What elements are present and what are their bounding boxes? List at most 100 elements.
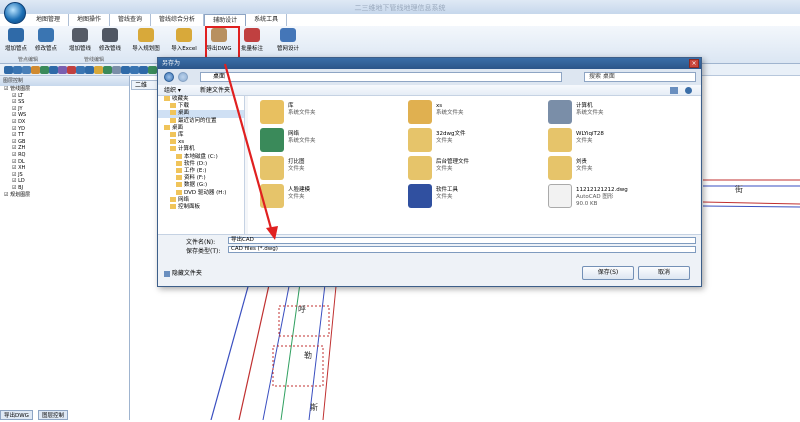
toolbar-tool-icon[interactable] — [67, 66, 76, 74]
layer-label: RQ — [18, 151, 26, 158]
file-item[interactable]: 11212121212.dwg AutoCAD 图形 90.0 KB — [548, 184, 688, 212]
layer-tree-item[interactable]: ☑ RQ — [4, 152, 129, 159]
layer-tree-item[interactable]: ☑ LD — [4, 178, 129, 185]
hide-folders-toggle[interactable]: 隐藏文件夹 — [164, 268, 202, 277]
layer-tree-item[interactable]: ☑ JY — [4, 106, 129, 113]
toolbar-tool-icon[interactable] — [76, 66, 85, 74]
ribbon-button[interactable]: 批量标注 — [238, 28, 266, 52]
toolbar-tool-icon[interactable] — [13, 66, 22, 74]
tab-aux-design[interactable]: 辅助设计 — [204, 14, 247, 26]
map-tab-2d[interactable]: 二维 — [131, 80, 159, 90]
nav-item[interactable]: 软件 (D:) — [158, 160, 244, 168]
toolbar-tool-icon[interactable] — [22, 66, 31, 74]
view-icon[interactable] — [670, 87, 678, 94]
toolbar-tool-icon[interactable] — [130, 66, 139, 74]
tab-pipe-analysis[interactable]: 管线综合分析 — [151, 14, 205, 26]
file-item[interactable]: WLYiqiT28 文件夹 — [548, 128, 688, 156]
dialog-close-button[interactable]: × — [689, 59, 699, 68]
ribbon-button[interactable]: 增加管点 — [2, 28, 30, 52]
nav-item[interactable]: 库 — [158, 132, 244, 139]
layer-tree-item[interactable]: ☑ XH — [4, 165, 129, 172]
cancel-button[interactable]: 取消 — [638, 266, 690, 280]
layer-label: 管线图层 — [10, 86, 31, 92]
layer-tree-item[interactable]: ☑ WS — [4, 112, 129, 119]
nav-item-label: 数据 (G:) — [184, 182, 208, 189]
layer-label: JS — [18, 171, 23, 178]
address-input[interactable]: 桌面 — [200, 72, 562, 82]
nav-item[interactable]: 控制面板 — [158, 204, 244, 211]
ribbon-button[interactable]: 导入Excel — [170, 28, 198, 52]
file-item[interactable]: 计算机 系统文件夹 — [548, 100, 688, 128]
forward-icon[interactable] — [178, 72, 188, 82]
nav-item[interactable]: DVD 驱动器 (H:) — [158, 189, 244, 197]
file-item[interactable]: xs 系统文件夹 — [408, 100, 548, 128]
tab-pipe-query[interactable]: 管线查询 — [110, 14, 152, 26]
app-title: 二三维地下管线地理信息系统 — [354, 4, 446, 12]
toolbar-tool-icon[interactable] — [85, 66, 94, 74]
layer-tree-item[interactable]: ☑ 管线图层 — [4, 86, 129, 93]
tab-map-management[interactable]: 地图管理 — [28, 14, 70, 26]
nav-item[interactable]: 桌面 — [158, 110, 244, 118]
search-input[interactable]: 搜索 桌面 — [584, 72, 696, 82]
layer-tree-item[interactable]: ☑ BJ — [4, 185, 129, 192]
tab-system-tools[interactable]: 系统工具 — [246, 14, 288, 26]
ribbon-button[interactable]: 管网设计 — [274, 28, 302, 52]
toolbar-tool-icon[interactable] — [139, 66, 148, 74]
organize-button[interactable]: 组织 ▾ — [164, 85, 181, 96]
bottom-tab-export-dwg[interactable]: 导出DWG — [0, 410, 33, 420]
file-item[interactable]: 刘贵 文件夹 — [548, 156, 688, 184]
file-item[interactable]: 库系统文件夹 — [260, 100, 400, 128]
bottom-tab-layer-control[interactable]: 图层控制 — [38, 410, 69, 420]
layer-tree-item[interactable]: ☑ DL — [4, 159, 129, 166]
nav-item[interactable]: 下载 — [158, 103, 244, 110]
toolbar-tool-icon[interactable] — [94, 66, 103, 74]
toolbar-tool-icon[interactable] — [103, 66, 112, 74]
nav-item[interactable]: 本地磁盘 (C:) — [158, 153, 244, 161]
nav-item[interactable]: xs — [158, 139, 244, 146]
ribbon-button[interactable]: 导入规划图 — [132, 28, 160, 52]
tab-map-operation[interactable]: 地图操作 — [69, 14, 111, 26]
new-folder-button[interactable]: 新建文件夹 — [200, 85, 230, 96]
toolbar-tool-icon[interactable] — [148, 66, 157, 74]
file-item[interactable]: 32dwg文件 文件夹 — [408, 128, 548, 156]
help-icon[interactable] — [685, 87, 692, 94]
nav-item[interactable]: 网络 — [158, 196, 244, 204]
layer-tree-item[interactable]: ☑ YD — [4, 126, 129, 133]
layer-tree-item[interactable]: ☑ DX — [4, 119, 129, 126]
layer-tree-item[interactable]: ☑ JS — [4, 172, 129, 179]
nav-item[interactable]: 收藏夹 — [158, 96, 244, 103]
nav-item[interactable]: 最近访问的位置 — [158, 117, 244, 125]
ribbon-button[interactable]: 增加管线 — [66, 28, 94, 52]
toolbar-tool-icon[interactable] — [58, 66, 67, 74]
nav-item[interactable]: 计算机 — [158, 146, 244, 153]
filename-input[interactable]: 导出CAD — [228, 237, 696, 244]
toolbar-tool-icon[interactable] — [49, 66, 58, 74]
layer-tree-item[interactable]: ☑ TT — [4, 132, 129, 139]
toolbar-tool-icon[interactable] — [121, 66, 130, 74]
toolbar-tool-icon[interactable] — [112, 66, 121, 74]
nav-item[interactable]: 数据 (G:) — [158, 182, 244, 189]
layer-tree-item[interactable]: ☑ SS — [4, 99, 129, 106]
folder-icon — [176, 175, 182, 181]
file-item[interactable]: 后台管理文件 文件夹 — [408, 156, 548, 184]
nav-item[interactable]: 桌面 — [158, 124, 244, 132]
file-item[interactable]: 软件工具 文件夹 — [408, 184, 548, 212]
layer-tree-item[interactable]: ☑ LT — [4, 93, 129, 100]
toolbar-tool-icon[interactable] — [4, 66, 13, 74]
toolbar-tool-icon[interactable] — [31, 66, 40, 74]
layer-tree-item[interactable]: ☑ 规划图层 — [4, 192, 129, 199]
layer-label: JY — [18, 105, 23, 112]
layer-tree-item[interactable]: ☑ GB — [4, 139, 129, 146]
file-name: 32dwg文件 — [436, 131, 466, 137]
file-item[interactable]: 打比图 文件夹 — [260, 156, 400, 184]
layer-tree-item[interactable]: ☑ ZH — [4, 145, 129, 152]
ribbon-button[interactable]: 修改管点 — [32, 28, 60, 52]
back-icon[interactable] — [164, 72, 174, 82]
toolbar-tool-icon[interactable] — [40, 66, 49, 74]
save-button[interactable]: 保存(S) — [582, 266, 634, 280]
filetype-select[interactable]: CAD files (*.dwg) — [228, 246, 696, 253]
folder-icon — [170, 103, 176, 109]
file-item[interactable]: 网络 系统文件夹 — [260, 128, 400, 156]
ribbon-button[interactable]: 修改管线 — [96, 28, 124, 52]
file-item[interactable]: 人脸建模 文件夹 — [260, 184, 400, 212]
